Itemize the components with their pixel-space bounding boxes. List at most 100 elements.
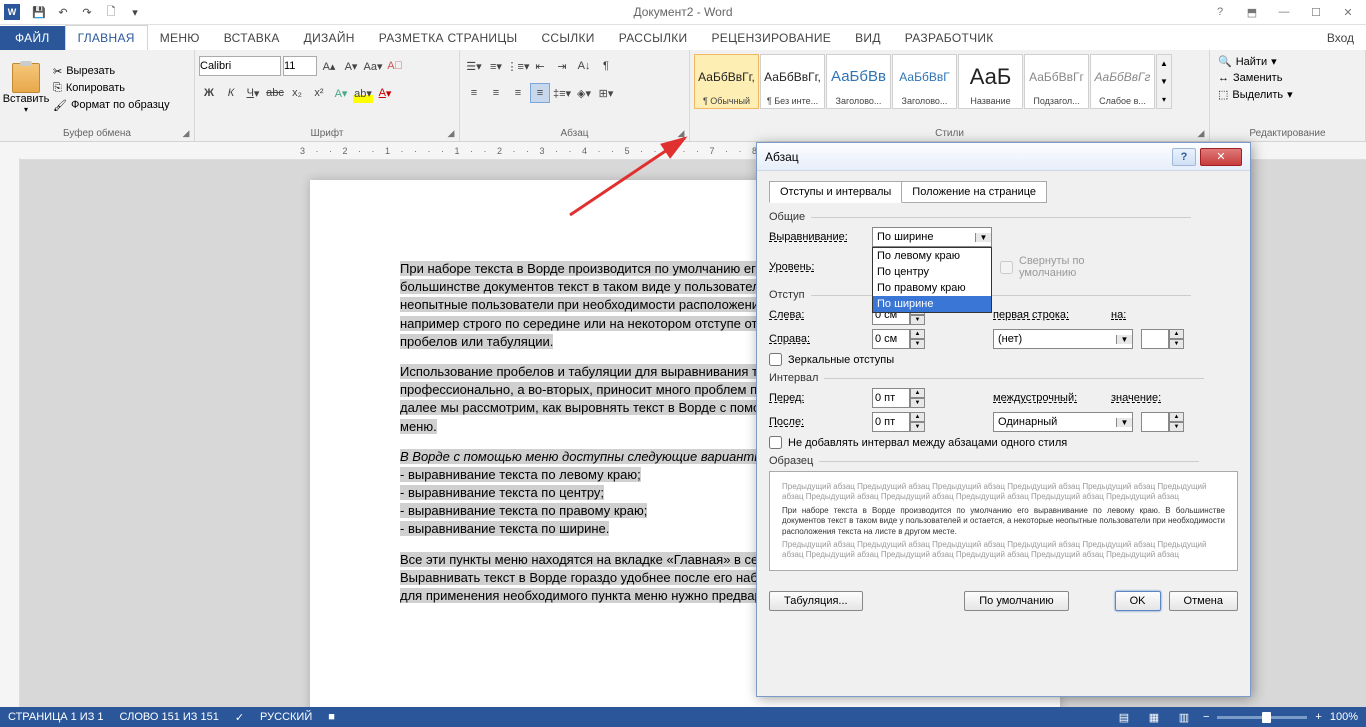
ribbon-options-icon[interactable]: ⬒ — [1238, 2, 1266, 22]
align-center-icon[interactable]: ≡ — [486, 83, 506, 103]
web-layout-icon[interactable]: ▥ — [1173, 708, 1195, 726]
style-item[interactable]: АаБбВвГгСлабое в... — [1090, 54, 1155, 109]
close-icon[interactable]: ✕ — [1334, 2, 1362, 22]
sort-icon[interactable]: A↓ — [574, 56, 594, 76]
redo-icon[interactable]: ↷ — [76, 1, 98, 23]
styles-launcher-icon[interactable]: ◢ — [1195, 127, 1207, 139]
save-icon[interactable]: 💾 — [28, 1, 50, 23]
clipboard-launcher-icon[interactable]: ◢ — [180, 127, 192, 139]
language-indicator[interactable]: РУССКИЙ — [260, 711, 312, 723]
dialog-tab-position[interactable]: Положение на странице — [901, 181, 1047, 203]
bullets-icon[interactable]: ☰▾ — [464, 56, 484, 76]
alignment-combo[interactable]: По ширине▼ По левому краюПо центруПо пра… — [872, 227, 992, 247]
alignment-option[interactable]: По центру — [873, 264, 991, 280]
align-right-icon[interactable]: ≡ — [508, 83, 528, 103]
style-item[interactable]: АаБбВвГг,¶ Без инте... — [760, 54, 825, 109]
qat-more-icon[interactable]: ▾ — [124, 1, 146, 23]
word-count[interactable]: СЛОВО 151 ИЗ 151 — [120, 711, 219, 723]
document-text[interactable]: - выравнивание текста по ширине. — [400, 521, 609, 536]
spin-up-icon[interactable]: ▲ — [910, 412, 925, 422]
macro-record-icon[interactable]: ■ — [328, 711, 335, 723]
ribbon-help-icon[interactable]: ? — [1206, 2, 1234, 22]
dialog-close-icon[interactable]: ✕ — [1200, 148, 1242, 166]
chevron-down-icon[interactable]: ▼ — [1116, 418, 1132, 427]
spin-down-icon[interactable]: ▼ — [910, 398, 925, 408]
select-button[interactable]: ⬚Выделить ▾ — [1214, 87, 1361, 102]
tab-design[interactable]: ДИЗАЙН — [292, 26, 367, 50]
tab-review[interactable]: РЕЦЕНЗИРОВАНИЕ — [699, 26, 843, 50]
tabs-button[interactable]: Табуляция... — [769, 591, 863, 611]
style-item[interactable]: АаБНазвание — [958, 54, 1023, 109]
grow-font-icon[interactable]: A▴ — [319, 56, 339, 76]
change-case-icon[interactable]: Aa▾ — [363, 56, 383, 76]
spin-down-icon[interactable]: ▼ — [910, 422, 925, 432]
cut-button[interactable]: ✂Вырезать — [50, 64, 173, 79]
document-text[interactable]: - выравнивание текста по центру; — [400, 485, 604, 500]
tab-developer[interactable]: РАЗРАБОТЧИК — [893, 26, 1006, 50]
tab-file[interactable]: ФАЙЛ — [0, 26, 65, 50]
page-indicator[interactable]: СТРАНИЦА 1 ИЗ 1 — [8, 711, 104, 723]
alignment-option[interactable]: По правому краю — [873, 280, 991, 296]
increase-indent-icon[interactable]: ⇥ — [552, 56, 572, 76]
zoom-slider[interactable] — [1217, 716, 1307, 719]
ok-button[interactable]: OK — [1115, 591, 1161, 611]
vertical-ruler[interactable] — [0, 158, 20, 707]
alignment-option[interactable]: По левому краю — [873, 248, 991, 264]
gallery-more[interactable]: ▲▼▾ — [1156, 54, 1172, 109]
font-launcher-icon[interactable]: ◢ — [445, 127, 457, 139]
shrink-font-icon[interactable]: A▾ — [341, 56, 361, 76]
chevron-down-icon[interactable]: ▼ — [975, 233, 991, 242]
chevron-down-icon[interactable]: ▼ — [1116, 335, 1132, 344]
paragraph-launcher-icon[interactable]: ◢ — [675, 127, 687, 139]
zoom-percent[interactable]: 100% — [1330, 711, 1358, 723]
spin-up-icon[interactable]: ▲ — [910, 388, 925, 398]
tab-insert[interactable]: ВСТАВКА — [212, 26, 292, 50]
new-doc-icon[interactable]: 🗋 — [100, 1, 122, 23]
mirror-indents-checkbox[interactable] — [769, 353, 782, 366]
shading-icon[interactable]: ◈▾ — [574, 83, 594, 103]
clear-format-icon[interactable]: A⃠ — [385, 56, 405, 76]
no-space-checkbox[interactable] — [769, 436, 782, 449]
first-line-value-spinner[interactable]: ▲▼ — [1141, 329, 1186, 349]
tab-mailings[interactable]: РАССЫЛКИ — [607, 26, 700, 50]
font-size-select[interactable] — [283, 56, 317, 76]
superscript-icon[interactable]: x² — [309, 83, 329, 103]
print-layout-icon[interactable]: ▦ — [1143, 708, 1165, 726]
default-button[interactable]: По умолчанию — [964, 591, 1068, 611]
text-effects-icon[interactable]: A▾ — [331, 83, 351, 103]
zoom-out-icon[interactable]: − — [1203, 711, 1209, 723]
dialog-tab-indents[interactable]: Отступы и интервалы — [769, 181, 902, 203]
spin-down-icon[interactable]: ▼ — [1169, 422, 1184, 432]
spin-up-icon[interactable]: ▲ — [1169, 412, 1184, 422]
line-spacing-value-spinner[interactable]: ▲▼ — [1141, 412, 1186, 432]
document-text[interactable]: - выравнивание текста по левому краю; — [400, 467, 641, 482]
alignment-option[interactable]: По ширине — [873, 296, 991, 312]
minimize-icon[interactable]: — — [1270, 2, 1298, 22]
document-text[interactable]: - выравнивание текста по правому краю; — [400, 503, 647, 518]
tab-references[interactable]: ССЫЛКИ — [529, 26, 606, 50]
replace-button[interactable]: ↔Заменить — [1214, 71, 1361, 85]
highlight-icon[interactable]: ab▾ — [353, 83, 373, 103]
style-item[interactable]: АаБбВвГгПодзагол... — [1024, 54, 1089, 109]
find-button[interactable]: 🔍Найти ▾ — [1214, 54, 1361, 69]
spin-down-icon[interactable]: ▼ — [1169, 339, 1184, 349]
cancel-button[interactable]: Отмена — [1169, 591, 1238, 611]
subscript-icon[interactable]: x₂ — [287, 83, 307, 103]
right-indent-spinner[interactable]: ▲▼ — [872, 329, 927, 349]
tab-home[interactable]: ГЛАВНАЯ — [65, 25, 148, 50]
spin-down-icon[interactable]: ▼ — [910, 339, 925, 349]
tab-layout[interactable]: РАЗМЕТКА СТРАНИЦЫ — [367, 26, 530, 50]
style-item[interactable]: АаБбВвГг,¶ Обычный — [694, 54, 759, 109]
tab-menu[interactable]: Меню — [148, 26, 212, 50]
tab-view[interactable]: ВИД — [843, 26, 893, 50]
align-justify-icon[interactable]: ≡ — [530, 83, 550, 103]
style-item[interactable]: АаБбВвЗаголово... — [826, 54, 891, 109]
line-spacing-icon[interactable]: ‡≡▾ — [552, 83, 572, 103]
spell-check-icon[interactable]: ✓ — [235, 711, 244, 724]
bold-icon[interactable]: Ж — [199, 83, 219, 103]
dialog-titlebar[interactable]: Абзац ? ✕ — [757, 143, 1250, 171]
strike-icon[interactable]: abc — [265, 83, 285, 103]
first-line-combo[interactable]: (нет)▼ — [993, 329, 1133, 349]
before-spinner[interactable]: ▲▼ — [872, 388, 927, 408]
read-mode-icon[interactable]: ▤ — [1113, 708, 1135, 726]
